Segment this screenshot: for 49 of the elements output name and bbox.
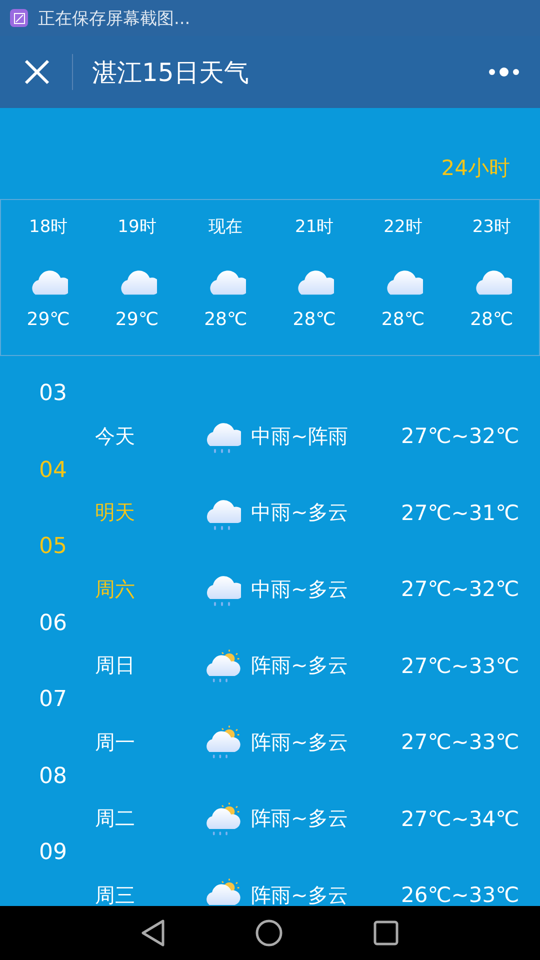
weather-text: 中雨~阵雨 xyxy=(251,422,348,450)
date-number: 03 xyxy=(39,381,67,407)
page-title: 湛江15日天气 xyxy=(92,56,250,88)
hour-label: 23时 xyxy=(472,216,511,238)
temperature-range: 27℃~33℃ xyxy=(401,654,520,678)
hour-label: 21时 xyxy=(295,216,334,238)
hour-label: 现在 xyxy=(208,216,243,238)
hour-label: 19时 xyxy=(118,216,156,238)
weather-text: 阵雨~多云 xyxy=(251,805,348,832)
weather-text: 阵雨~多云 xyxy=(251,728,348,756)
date-number: 05 xyxy=(39,534,67,560)
range-label[interactable]: 24小时 xyxy=(441,154,510,190)
back-icon[interactable] xyxy=(141,919,165,947)
weather-text: 中雨~多云 xyxy=(251,576,348,602)
screenshot-icon xyxy=(10,9,28,27)
day-label: 今天 xyxy=(95,422,135,450)
hour-label: 22时 xyxy=(384,216,422,238)
temperature-range: 27℃~31℃ xyxy=(401,500,520,524)
temperature: 29℃ xyxy=(26,309,70,330)
temperature: 28℃ xyxy=(204,309,248,330)
date-number: 06 xyxy=(39,610,67,636)
weather-text: 中雨~多云 xyxy=(251,499,348,526)
day-label: 明天 xyxy=(95,499,135,526)
date-number: 04 xyxy=(39,458,67,484)
weather-text: 阵雨~多云 xyxy=(251,652,348,679)
date-number: 09 xyxy=(39,840,67,866)
temperature-range: 27℃~33℃ xyxy=(401,730,520,754)
day-label: 周三 xyxy=(95,882,135,906)
temperature-range: 27℃~32℃ xyxy=(401,424,520,448)
recents-icon[interactable] xyxy=(373,920,399,946)
temperature: 28℃ xyxy=(381,309,425,330)
hour-label: 18时 xyxy=(29,216,68,238)
day-label: 周日 xyxy=(95,652,135,679)
day-label: 周二 xyxy=(95,805,135,832)
date-number: 07 xyxy=(39,687,67,713)
temperature-range: 27℃~32℃ xyxy=(401,577,520,601)
temperature: 28℃ xyxy=(470,309,514,330)
day-label: 周一 xyxy=(95,728,135,756)
date-number: 08 xyxy=(39,764,67,790)
home-icon[interactable] xyxy=(255,919,283,947)
more-icon[interactable] xyxy=(488,66,520,78)
notification-text: 正在保存屏幕截图... xyxy=(38,8,190,30)
weather-text: 阵雨~多云 xyxy=(251,882,348,906)
temperature: 29℃ xyxy=(115,309,159,330)
close-icon[interactable] xyxy=(24,59,50,85)
temperature: 28℃ xyxy=(292,309,336,330)
temperature-range: 27℃~34℃ xyxy=(401,806,520,830)
day-label: 周六 xyxy=(95,576,135,602)
temperature-range: 26℃~33℃ xyxy=(401,883,520,906)
